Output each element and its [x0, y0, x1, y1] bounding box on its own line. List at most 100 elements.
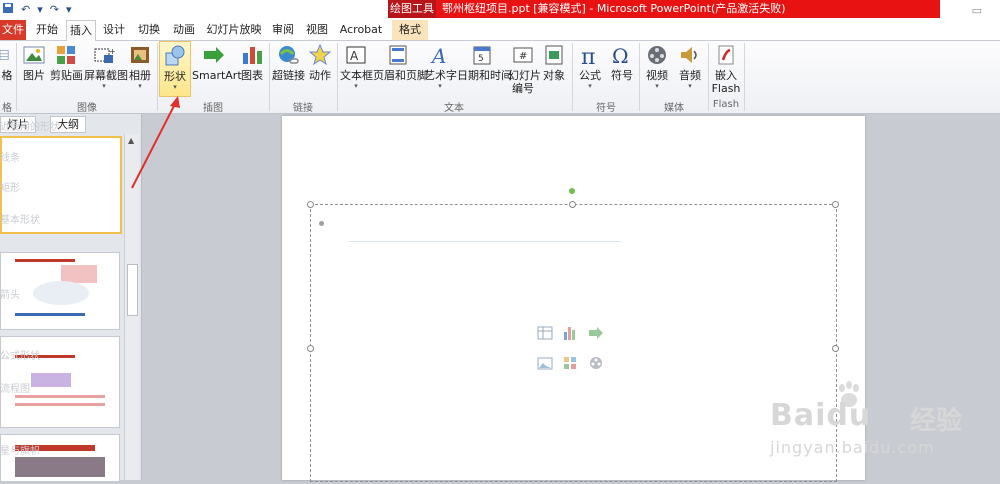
- chevron-down-icon: ▾: [655, 82, 659, 90]
- panel-scrollbar[interactable]: ▲: [124, 134, 139, 480]
- insert-clipart-icon[interactable]: [562, 355, 578, 371]
- header-footer-icon: [389, 45, 407, 65]
- tab-review[interactable]: 审阅: [268, 20, 298, 40]
- video-button[interactable]: 视频 ▾: [643, 41, 671, 97]
- insert-picture-icon[interactable]: [537, 355, 553, 371]
- redo-icon[interactable]: ↷: [50, 3, 59, 16]
- video-label: 视频: [646, 69, 668, 82]
- svg-text:5: 5: [478, 54, 484, 64]
- group-symbols-label: 符号: [596, 103, 616, 114]
- embed-flash-button[interactable]: 嵌入 Flash: [711, 41, 741, 97]
- resize-handle[interactable]: [307, 345, 314, 352]
- resize-handle[interactable]: [569, 201, 576, 208]
- shape-section-arrows: 箭头: [0, 290, 20, 301]
- clipart-label: 剪贴画: [50, 69, 83, 82]
- shape-section-stars: 星与旗帜: [0, 446, 40, 457]
- tab-slideshow[interactable]: 幻灯片放映: [204, 20, 264, 40]
- album-label: 相册: [129, 69, 151, 82]
- clipart-button[interactable]: 剪贴画: [50, 41, 83, 97]
- embed-label-2: Flash: [711, 82, 741, 95]
- album-button[interactable]: 相册 ▾: [126, 41, 154, 97]
- shapes-label: 形状: [164, 70, 186, 83]
- shape-section-equation: 公式形状: [0, 351, 40, 362]
- chart-icon: [243, 47, 262, 64]
- rotate-handle[interactable]: [569, 188, 575, 194]
- context-tool-label[interactable]: 绘图工具: [388, 0, 436, 18]
- audio-button[interactable]: 音频 ▾: [676, 41, 704, 97]
- wordart-button[interactable]: A 艺术字 ▾: [424, 41, 457, 97]
- scroll-up-icon[interactable]: ▲: [128, 136, 134, 145]
- chart-button[interactable]: 图表: [238, 41, 266, 97]
- resize-handle[interactable]: [832, 201, 839, 208]
- datetime-label: 日期和时间: [457, 69, 512, 82]
- shape-section-basic: 基本形状: [0, 215, 40, 226]
- object-button[interactable]: 对象: [540, 41, 568, 97]
- shape-section-rectangles: 矩形: [0, 183, 20, 194]
- table-button[interactable]: 格: [0, 41, 14, 97]
- insert-table-icon[interactable]: [537, 325, 553, 341]
- title-bar: ↶ ▾ ↷ ▾ 绘图工具 鄂州枢纽项目.ppt [兼容模式] - Microso…: [0, 0, 1000, 20]
- shapes-button[interactable]: 形状 ▾: [159, 41, 191, 97]
- action-label: 动作: [309, 69, 331, 82]
- chevron-down-icon: ▾: [138, 82, 142, 90]
- group-table-label: 格: [2, 103, 12, 114]
- tab-view[interactable]: 视图: [302, 20, 332, 40]
- restore-window-icon[interactable]: ▭: [972, 4, 982, 17]
- equation-label: 公式: [579, 69, 601, 82]
- chevron-down-icon: ▾: [102, 82, 106, 90]
- undo-icon[interactable]: ↶: [21, 3, 30, 16]
- group-illustrations-label: 插图: [203, 103, 223, 114]
- chevron-down-icon: ▾: [173, 83, 177, 91]
- smartart-label: SmartArt: [192, 69, 242, 82]
- audio-label: 音频: [679, 69, 701, 82]
- flash-icon: [718, 45, 734, 65]
- ribbon: 格 格 图片 剪贴画 + 屏幕截图 ▾ 相册 ▾ 图像 形状 ▾ SmartAr…: [0, 41, 1000, 114]
- picture-button[interactable]: 图片: [20, 41, 48, 97]
- tab-format[interactable]: 格式: [392, 20, 428, 40]
- tab-transitions[interactable]: 切换: [134, 20, 164, 40]
- header-footer-button[interactable]: 页眉和页脚: [373, 41, 428, 97]
- datetime-button[interactable]: 5 日期和时间: [457, 41, 512, 97]
- slide-number-icon: #: [513, 47, 533, 63]
- chevron-down-icon[interactable]: ▾: [37, 3, 43, 16]
- ribbon-tab-row: 文件 开始 插入 设计 切换 动画 幻灯片放映 审阅 视图 Acrobat 格式: [0, 20, 1000, 42]
- screenshot-label: 屏幕截图: [84, 69, 128, 82]
- omega-icon: Ω: [612, 44, 629, 67]
- tab-insert[interactable]: 插入: [66, 20, 96, 42]
- resize-handle[interactable]: [832, 345, 839, 352]
- shape-section-recent: 近使用的形状: [0, 122, 60, 133]
- equation-button[interactable]: π 公式 ▾: [576, 41, 604, 97]
- group-divider: [744, 43, 745, 111]
- wordart-label: 艺术字: [424, 69, 457, 82]
- textbox-button[interactable]: A 文本框 ▾: [340, 41, 373, 97]
- slide-number-button[interactable]: # 幻灯片 编号: [508, 41, 541, 97]
- insert-chart-icon[interactable]: [562, 325, 578, 341]
- svg-text:A: A: [350, 49, 359, 63]
- tab-acrobat[interactable]: Acrobat: [336, 20, 386, 40]
- insert-media-icon[interactable]: [588, 355, 604, 371]
- text-line: [349, 241, 621, 242]
- screenshot-button[interactable]: + 屏幕截图 ▾: [84, 41, 128, 97]
- save-icon[interactable]: [2, 2, 14, 17]
- action-star-icon: [308, 43, 332, 66]
- group-divider: [157, 43, 158, 111]
- smartart-button[interactable]: SmartArt: [192, 41, 242, 97]
- group-divider: [708, 43, 709, 111]
- speaker-icon: [681, 47, 697, 63]
- resize-handle[interactable]: [307, 201, 314, 208]
- film-reel-icon: [648, 46, 666, 64]
- insert-smartart-icon[interactable]: [588, 325, 604, 341]
- content-placeholder[interactable]: [307, 188, 839, 482]
- symbol-button[interactable]: Ω 符号: [608, 41, 636, 97]
- tab-home[interactable]: 开始: [30, 20, 64, 40]
- tab-design[interactable]: 设计: [98, 20, 130, 40]
- tab-animations[interactable]: 动画: [168, 20, 200, 40]
- svg-text:#: #: [519, 51, 527, 62]
- customize-qat-icon[interactable]: ▾: [66, 3, 72, 16]
- tab-file[interactable]: 文件: [0, 20, 26, 40]
- textbox-icon: A: [346, 46, 366, 64]
- scroll-thumb[interactable]: [127, 264, 138, 316]
- hyperlink-button[interactable]: 超链接: [272, 41, 305, 97]
- watermark-brand: Baidu: [770, 398, 872, 433]
- action-button[interactable]: 动作: [306, 41, 334, 97]
